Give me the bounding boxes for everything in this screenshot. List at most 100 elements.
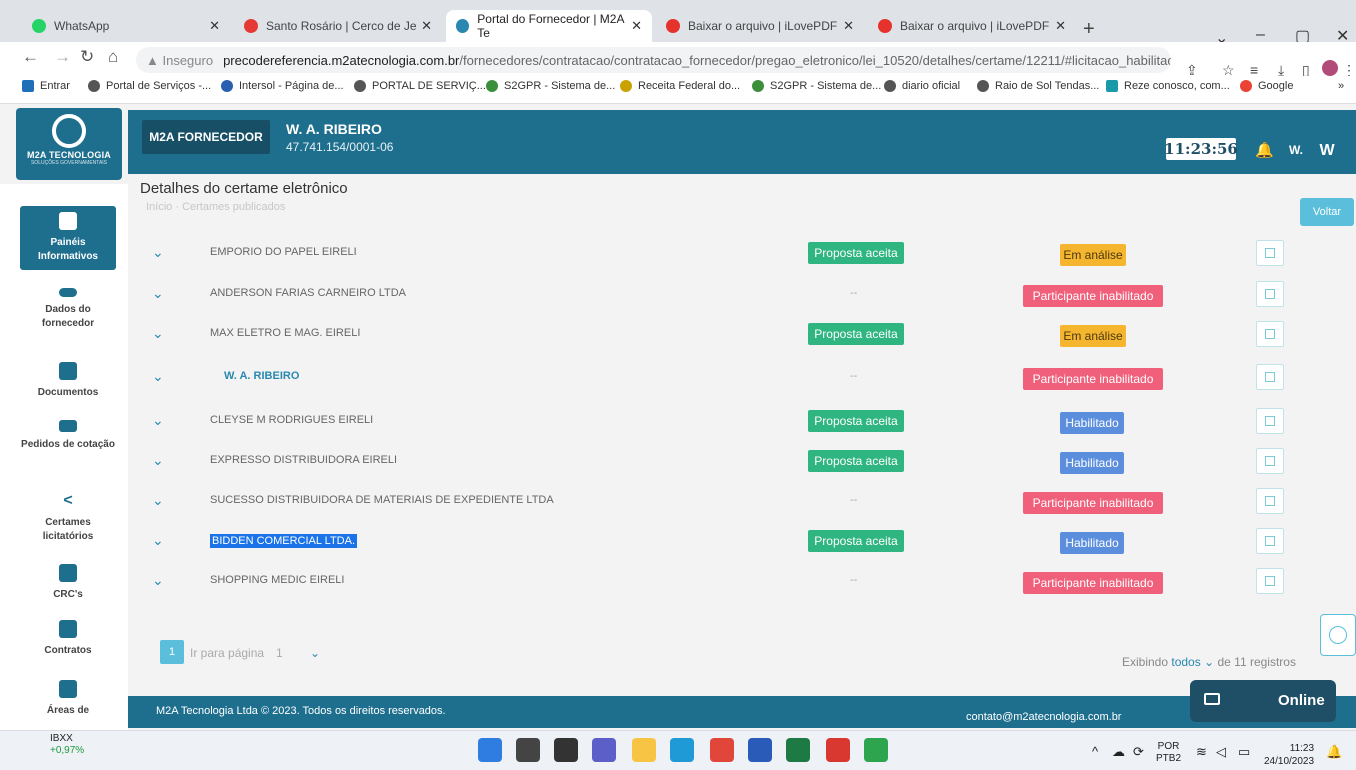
chevron-down-icon[interactable]: ⌄ — [152, 244, 164, 261]
sidebar-item-documentos[interactable]: Documentos — [20, 362, 116, 400]
language-indicator[interactable]: POR PTB2 — [1156, 741, 1181, 765]
bookmarks-more[interactable]: » — [1338, 80, 1344, 92]
document-button[interactable] — [1256, 488, 1284, 514]
sidebar-item-contratos[interactable]: Contratos — [20, 620, 116, 658]
reload-icon[interactable]: ↻ — [80, 47, 94, 67]
footer-contact-email[interactable]: contato@m2atecnologia.com.br — [966, 711, 1121, 723]
chevron-down-icon[interactable]: ⌄ — [152, 368, 164, 385]
tab-santo-rosario[interactable]: Santo Rosário | Cerco de Je ✕ — [234, 10, 442, 42]
chat-icon[interactable] — [592, 738, 616, 762]
participant-name: W. A. RIBEIRO — [224, 370, 300, 382]
new-tab-button[interactable]: + — [1083, 18, 1095, 41]
stock-widget[interactable]: IBXX +0,97% — [22, 733, 84, 757]
document-button[interactable] — [1256, 408, 1284, 434]
bookmark-intersol[interactable]: Intersol - Página de... — [221, 80, 344, 92]
word-icon[interactable] — [748, 738, 772, 762]
document-button[interactable] — [1256, 364, 1284, 390]
document-button[interactable] — [1256, 240, 1284, 266]
tab-label: Baixar o arquivo | iLovePDF — [900, 19, 1050, 33]
pagination-current-page[interactable]: 1 — [160, 640, 184, 664]
user-avatar[interactable]: W — [1314, 138, 1340, 164]
tab-whatsapp[interactable]: WhatsApp ✕ — [22, 10, 230, 42]
close-icon[interactable]: ✕ — [209, 18, 220, 34]
go-to-page-select[interactable]: 1 ⌄ — [276, 646, 326, 660]
bookmark-portal-servic[interactable]: PORTAL DE SERVIÇ... — [354, 80, 486, 92]
document-button[interactable] — [1256, 528, 1284, 554]
bookmark-diario-oficial[interactable]: diario oficial — [884, 80, 960, 92]
windows-start-icon[interactable] — [478, 738, 502, 762]
records-per-page-select[interactable]: todos ⌄ — [1171, 655, 1214, 669]
online-chat-widget[interactable]: Online — [1190, 680, 1336, 722]
back-button[interactable]: Voltar — [1300, 198, 1354, 226]
footer-copyright: M2A Tecnologia Ltda © 2023. Todos os dir… — [156, 705, 446, 717]
bookmark-reze-conosco[interactable]: Reze conosco, com... — [1106, 80, 1230, 92]
task-view-icon[interactable] — [554, 738, 578, 762]
tab-ilovepdf-1[interactable]: Baixar o arquivo | iLovePDF ✕ — [656, 10, 864, 42]
close-icon[interactable]: ✕ — [1055, 18, 1066, 34]
tray-chevron-icon[interactable]: ^ — [1092, 745, 1098, 758]
sidebar-item-pedidos[interactable]: Pedidos de cotação — [20, 420, 116, 452]
cloud-icon[interactable]: ☁ — [1112, 745, 1125, 758]
app-logo[interactable]: M2A TECNOLOGIA SOLUÇÕES GOVERNAMENTAIS — [16, 108, 122, 180]
sidebar-item-certames[interactable]: < Certames licitatórios — [20, 492, 116, 544]
breadcrumb[interactable]: Início · Certames publicados — [146, 201, 285, 213]
notifications-icon[interactable]: 🔔 — [1326, 745, 1342, 758]
insecure-warning[interactable]: ▲ Inseguro — [146, 53, 213, 68]
user-short-name[interactable]: W. — [1289, 143, 1303, 157]
wifi-icon[interactable]: ≋ — [1196, 745, 1207, 758]
chrome-icon[interactable] — [710, 738, 734, 762]
file-explorer-icon[interactable] — [632, 738, 656, 762]
battery-icon[interactable]: ▭ — [1238, 745, 1250, 758]
excel-icon[interactable] — [786, 738, 810, 762]
profile-avatar[interactable] — [1322, 60, 1338, 76]
bookmark-label: Portal de Serviços -... — [106, 80, 212, 92]
green-app-icon[interactable] — [864, 738, 888, 762]
status-badge: Em análise — [1060, 325, 1126, 347]
taskbar-clock[interactable]: 11:23 24/10/2023 — [1264, 742, 1314, 768]
bookmark-s2gpr-1[interactable]: S2GPR - Sistema de... — [486, 80, 615, 92]
close-icon[interactable]: ✕ — [421, 18, 432, 34]
sync-icon[interactable]: ⟳ — [1133, 745, 1144, 758]
tab-ilovepdf-2[interactable]: Baixar o arquivo | iLovePDF ✕ — [868, 10, 1076, 42]
bookmark-raio-de-sol[interactable]: Raio de Sol Tendas... — [977, 80, 1099, 92]
tab-portal-fornecedor[interactable]: Portal do Fornecedor | M2A Te ✕ — [446, 10, 652, 42]
document-button[interactable] — [1256, 448, 1284, 474]
sidebar-item-paineis[interactable]: Painéis Informativos — [20, 206, 116, 270]
sidebar-item-label: Pedidos de cotação — [21, 439, 115, 450]
status-badge: Participante inabilitado — [1023, 285, 1163, 307]
close-icon[interactable]: ✕ — [843, 18, 854, 34]
volume-icon[interactable]: ◁ — [1216, 745, 1226, 758]
edge-icon[interactable] — [670, 738, 694, 762]
forward-arrow-icon[interactable]: → — [54, 47, 71, 67]
search-icon[interactable] — [516, 738, 540, 762]
chevron-down-icon[interactable]: ⌄ — [152, 532, 164, 549]
document-icon — [1265, 576, 1275, 586]
bookmark-google[interactable]: Google — [1240, 80, 1293, 92]
home-icon[interactable]: ⌂ — [108, 47, 118, 67]
url-field[interactable]: ▲ Inseguro precodereferencia.m2atecnolog… — [136, 47, 1171, 73]
chevron-down-icon[interactable]: ⌄ — [152, 412, 164, 429]
document-button[interactable] — [1256, 281, 1284, 307]
help-chat-button[interactable] — [1320, 614, 1356, 656]
sidebar-item-dados[interactable]: Dados do fornecedor — [20, 288, 116, 331]
notification-bell-icon[interactable]: 🔔 — [1255, 141, 1274, 159]
sidebar-item-crcs[interactable]: CRC's — [20, 564, 116, 602]
acrobat-icon[interactable] — [826, 738, 850, 762]
chevron-down-icon[interactable]: ⌄ — [152, 285, 164, 302]
s2gpr-icon — [752, 80, 764, 92]
bookmark-portal-servicos[interactable]: Portal de Serviços -... — [88, 80, 211, 92]
close-icon[interactable]: ✕ — [631, 18, 642, 34]
chevron-down-icon[interactable]: ⌄ — [152, 452, 164, 469]
chevron-down-icon[interactable]: ⌄ — [152, 492, 164, 509]
chevron-down-icon[interactable]: ⌄ — [152, 572, 164, 589]
bookmark-s2gpr-2[interactable]: S2GPR - Sistema de... — [752, 80, 881, 92]
bookmark-receita[interactable]: Receita Federal do... — [620, 80, 740, 92]
chat-icon — [1204, 693, 1220, 705]
document-button[interactable] — [1256, 568, 1284, 594]
back-arrow-icon[interactable]: ← — [22, 47, 39, 67]
sidebar-item-areas[interactable]: Áreas de — [20, 680, 116, 718]
bookmark-entrar[interactable]: Entrar — [22, 80, 70, 92]
ilovepdf-icon — [666, 19, 680, 33]
chevron-down-icon[interactable]: ⌄ — [152, 325, 164, 342]
document-button[interactable] — [1256, 321, 1284, 347]
